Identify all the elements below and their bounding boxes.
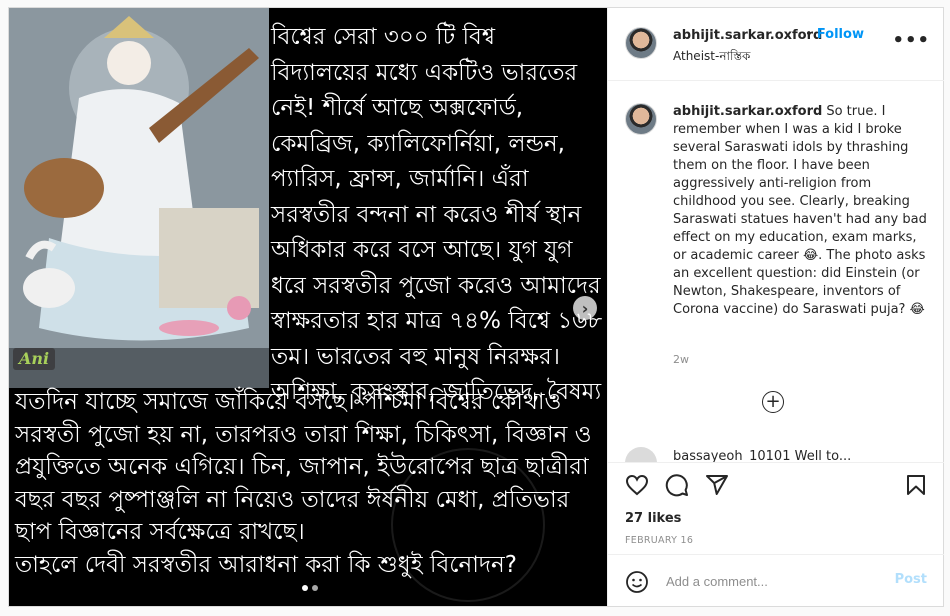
watermark-stamp: Ani (13, 348, 55, 370)
comment-partial-text: bassayeoh_10101 Well to... (673, 449, 852, 462)
comment-avatar[interactable] (625, 447, 657, 462)
comments-section: abhijit.sarkar.oxford So true. I remember… (608, 81, 944, 462)
post-button[interactable]: Post (895, 572, 927, 587)
comment-input[interactable] (664, 569, 888, 593)
header-username[interactable]: abhijit.sarkar.oxford (673, 28, 822, 43)
post-container: Ani বিশ্বের সেরা ৩০০ টি বিশ্ব বিদ্যালয়ে… (8, 7, 944, 607)
save-icon[interactable] (904, 473, 928, 497)
caption-timestamp[interactable]: 2w (673, 353, 689, 366)
emoji-icon[interactable] (625, 570, 649, 594)
comment-icon[interactable] (665, 473, 689, 497)
post-date[interactable]: FEBRUARY 16 (625, 535, 693, 546)
likes-count[interactable]: 27 likes (625, 511, 681, 526)
image-text-bottom: যতদিন যাচ্ছে সমাজে জাঁকিয়ে বসছে। পশ্চিম… (15, 389, 592, 578)
heart-icon[interactable] (625, 473, 649, 497)
post-actions: 27 likes FEBRUARY 16 (608, 462, 944, 555)
post-header: abhijit.sarkar.oxford • Follow Atheist-ন… (608, 8, 944, 81)
caption-avatar[interactable] (625, 103, 657, 135)
more-options-icon[interactable]: ••• (892, 32, 930, 50)
separator-dot: • (805, 27, 813, 42)
header-subtitle: Atheist-নাস্তিক (673, 49, 751, 63)
share-icon[interactable] (705, 473, 729, 497)
caption-username[interactable]: abhijit.sarkar.oxford (673, 104, 822, 119)
avatar[interactable] (625, 27, 657, 59)
saraswati-statue-image: Ani (9, 8, 269, 388)
follow-group: • Follow (805, 27, 864, 42)
post-sidebar: abhijit.sarkar.oxford • Follow Atheist-ন… (607, 8, 944, 606)
comment-partial: bassayeoh_10101 Well to... (625, 445, 944, 462)
plus-circle-icon[interactable]: + (762, 391, 784, 413)
carousel-dots (302, 585, 318, 591)
image-text-top: বিশ্বের সেরা ৩০০ টি বিশ্ব বিদ্যালয়ের মধ… (271, 24, 603, 405)
carousel-dot-active (302, 585, 308, 591)
caption: abhijit.sarkar.oxford So true. I remember… (673, 103, 931, 319)
carousel-dot (312, 585, 318, 591)
post-image[interactable]: Ani বিশ্বের সেরা ৩০০ টি বিশ্ব বিদ্যালয়ে… (9, 8, 607, 606)
follow-button[interactable]: Follow (817, 27, 864, 42)
caption-text: So true. I remember when I was a kid I b… (673, 104, 927, 317)
add-comment-bar: Post (608, 554, 944, 607)
chevron-right-icon[interactable]: › (573, 296, 597, 320)
